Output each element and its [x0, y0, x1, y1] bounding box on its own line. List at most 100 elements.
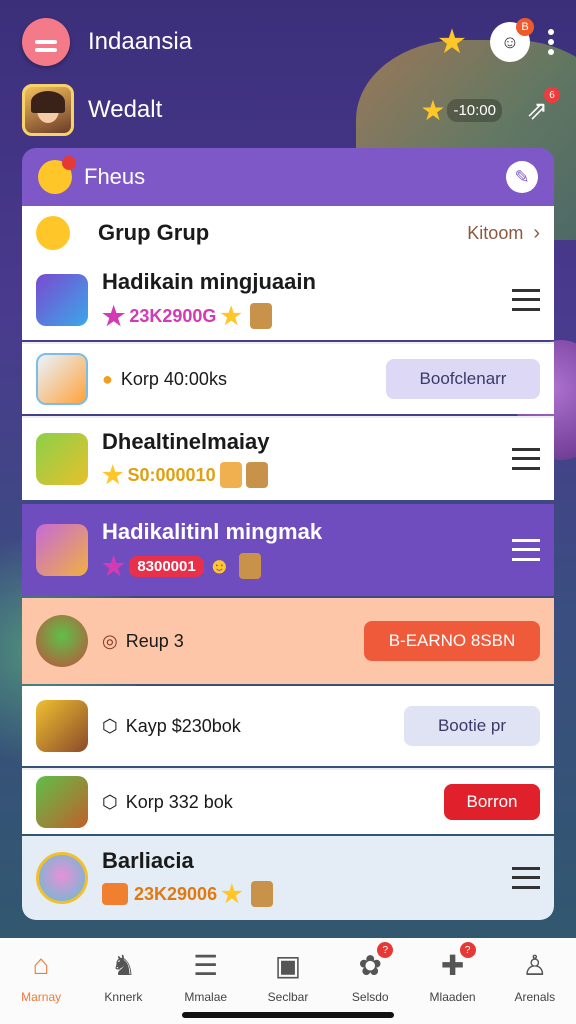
group-action[interactable]: Kitoom ›	[467, 222, 540, 245]
nav-item-animals[interactable]: ♞ Knnerk	[82, 948, 164, 1024]
gem-icon: ★	[102, 300, 126, 331]
nav-badge: ?	[459, 942, 476, 958]
box-icon	[219, 462, 242, 488]
tag-icon	[36, 353, 88, 405]
item-value: S0:000010	[127, 464, 216, 485]
panel-title: Fheus	[84, 164, 146, 189]
action-button[interactable]: Boofclenarr	[386, 359, 540, 399]
list-item[interactable]: ⬡ Kayp $230bok Bootie pr	[22, 686, 554, 766]
item-subtitle: Kayp $230bok	[125, 715, 241, 736]
box-icon	[102, 883, 128, 905]
nav-label: Selsdo	[351, 990, 389, 1004]
list-item[interactable]: ⬡ Korp 332 bok Borron	[22, 768, 554, 834]
badge-icon	[36, 216, 70, 250]
edit-button[interactable]: ✎	[506, 161, 538, 193]
menu-button[interactable]	[22, 18, 70, 66]
list-item[interactable]: ● Korp 40:00ks Boofclenarr	[22, 342, 554, 414]
user-bar: Wedalt ★ -10:00 ⇗ 6	[22, 82, 560, 138]
coin-icon: ●	[102, 368, 113, 389]
cube-icon: ⬡	[102, 791, 118, 812]
cow-icon: ♞	[110, 949, 136, 981]
tree-icon	[36, 615, 88, 667]
box-icon: ▣	[274, 949, 302, 981]
user-icon: ♙	[522, 949, 548, 981]
item-value: 23K2900G	[129, 305, 217, 326]
list-item[interactable]: Grup Grup Kitoom ›	[22, 206, 554, 260]
panel-header: Fheus ✎	[22, 148, 554, 206]
cookie-icon: ✿?	[353, 942, 394, 982]
game-thumbnail	[36, 776, 88, 828]
nav-label: Knnerk	[104, 990, 143, 1004]
nav-label: Mlaaden	[429, 990, 476, 1004]
share-badge: 6	[544, 87, 560, 103]
list-item[interactable]: Hadikain mingjuaain ★ 23K2900G ★	[22, 260, 554, 340]
chevron-right-icon: ›	[533, 221, 540, 244]
hamburger-icon[interactable]	[512, 539, 540, 561]
coin-value: -10:00	[447, 98, 502, 122]
game-thumbnail	[36, 700, 88, 752]
top-bar: Indaansia ★ ☺ B	[0, 0, 576, 84]
group-title: Grup Grup	[98, 220, 210, 245]
nav-badge: ?	[377, 942, 394, 958]
hamburger-icon[interactable]	[512, 867, 540, 889]
nav-item-puzzle[interactable]: ✚? Mlaaden	[411, 942, 493, 1024]
home-indicator	[182, 1012, 394, 1018]
item-subtitle: Reup 3	[125, 630, 184, 651]
game-thumbnail	[36, 433, 88, 485]
action-button[interactable]: Borron	[444, 784, 540, 820]
game-thumbnail	[36, 524, 88, 576]
share-icon[interactable]: ⇗ 6	[520, 87, 560, 127]
list-item[interactable]: Barliacia 23K29006 ★	[22, 836, 554, 920]
star-icon[interactable]: ★	[432, 22, 472, 62]
item-title: Dhealtinelmaiay	[102, 428, 270, 454]
nav-label: Seclbar	[267, 990, 309, 1004]
action-button[interactable]: B-EARNO 8SBN	[364, 621, 540, 661]
hamburger-icon[interactable]	[512, 448, 540, 470]
face-icon[interactable]: ☺ B	[490, 18, 534, 62]
list-item[interactable]: Hadikalitinl mingmak ★ 8300001 ☻	[22, 504, 554, 596]
target-icon: ◎	[102, 630, 118, 651]
main-panel: Fheus ✎ Grup Grup Kitoom › Hadikain ming…	[22, 148, 554, 920]
bell-icon	[38, 156, 76, 194]
nav-item-profile[interactable]: ♙ Arenals	[494, 948, 576, 1024]
username: Wedalt	[88, 96, 163, 123]
item-title: Barliacia	[102, 847, 194, 873]
nav-label: Mmalae	[184, 990, 228, 1004]
star-icon: ★	[102, 461, 124, 489]
avatar[interactable]	[22, 84, 74, 136]
alert-dot	[62, 156, 76, 170]
hamburger-icon[interactable]	[512, 289, 540, 311]
group-action-label: Kitoom	[467, 222, 524, 243]
app-title: Indaansia	[88, 28, 193, 55]
box-icon	[238, 553, 261, 579]
gem-icon: ★	[102, 550, 126, 581]
cube-icon: ⬡	[102, 715, 118, 736]
box-icon	[250, 881, 273, 907]
box-icon	[245, 462, 268, 488]
action-button[interactable]: Bootie pr	[404, 706, 540, 746]
star-icon: ★	[220, 302, 242, 330]
item-subtitle: Korp 332 bok	[125, 791, 233, 812]
smile-icon: ☻	[207, 553, 231, 578]
puzzle-icon: ✚?	[436, 942, 476, 982]
notification-badge: B	[516, 18, 534, 36]
item-value: 8300001	[129, 555, 204, 577]
box-icon	[249, 303, 272, 329]
nav-item-home[interactable]: ⌂ Marnay	[0, 948, 82, 1024]
list-item[interactable]: ◎ Reup 3 B-EARNO 8SBN	[22, 598, 554, 684]
nav-label: Arenals	[514, 990, 556, 1004]
item-value: 23K29006	[134, 883, 218, 904]
game-thumbnail	[36, 852, 88, 904]
database-icon: ☰	[193, 949, 219, 981]
nav-label: Marnay	[21, 990, 62, 1004]
star-icon: ★	[420, 94, 446, 126]
item-subtitle: Korp 40:00ks	[120, 368, 227, 389]
item-title: Hadikalitinl mingmak	[102, 518, 323, 544]
menu-icon	[35, 40, 57, 52]
home-icon: ⌂	[32, 949, 50, 980]
game-thumbnail	[36, 274, 88, 326]
list-item[interactable]: Dhealtinelmaiay ★ S0:000010	[22, 416, 554, 500]
kebab-icon[interactable]	[548, 29, 554, 55]
coin-balance[interactable]: ★ -10:00	[420, 94, 502, 127]
star-icon: ★	[221, 880, 243, 908]
